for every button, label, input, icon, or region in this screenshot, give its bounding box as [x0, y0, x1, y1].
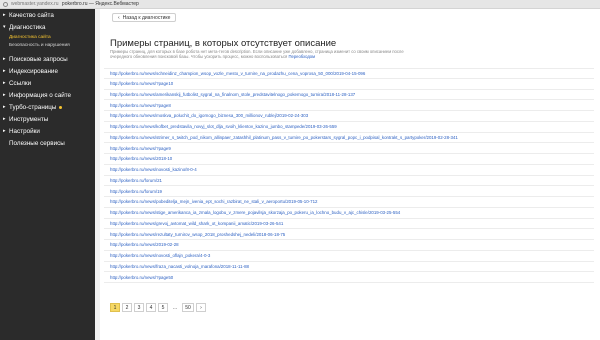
url-list-item[interactable]: http://pokerbro.ru/news/amerikanskij_fut… [104, 90, 594, 101]
url-list-item[interactable]: http://pokerbro.ru/news/2019-02-28 [104, 240, 594, 251]
new-indicator-dot-icon [59, 105, 63, 109]
url-list-item[interactable]: http://pokerbro.ru/news/2018-10 [104, 154, 594, 165]
pagination-page-button[interactable]: 50 [182, 303, 194, 312]
browser-title: pokerbro.ru — Яндекс.Вебмастер [61, 1, 139, 7]
url-list-item[interactable]: http://pokerbro.ru/news/rezultaty_turnir… [104, 229, 594, 240]
page-description: Примеры страниц, для которых в базе робо… [110, 49, 410, 59]
url-list-item[interactable]: http://pokerbro.ru/forum/21 [104, 176, 594, 187]
sidebar-item-tools[interactable]: ▸ Инструменты [0, 113, 95, 125]
pagination-page-button[interactable]: 3 [134, 303, 144, 312]
url-list-item[interactable]: http://pokerbro.ru/news/moskva_poluchit_… [104, 111, 594, 122]
sidebar-subitem-security[interactable]: Безопасность и нарушения [0, 41, 95, 49]
browser-url[interactable]: webmaster.yandex.ru [11, 1, 59, 7]
recrawl-link[interactable]: Переобходом [288, 54, 315, 59]
back-button-label: Назад к диагностике [122, 14, 171, 21]
url-list-item[interactable]: http://pokerbro.ru/news/?page50 [104, 272, 594, 283]
sidebar-item-label: Индексирование [9, 67, 58, 75]
url-list-item[interactable]: http://pokerbro.ru/news/?page8 [104, 100, 594, 111]
url-list-item[interactable]: http://pokerbro.ru/news/pobeditelja_mejn… [104, 197, 594, 208]
sidebar-item-label: Поисковые запросы [9, 55, 68, 63]
main-content: ‹ Назад к диагностике Примеры страниц, в… [100, 9, 600, 340]
sidebar-item-search-queries[interactable]: ▸ Поисковые запросы [0, 53, 95, 65]
globe-icon [3, 1, 8, 7]
sidebar-item-links[interactable]: ▸ Ссылки [0, 77, 95, 89]
sidebar-item-label: Турбо-страницы [9, 103, 57, 111]
sidebar-item-label: Информация о сайте [9, 91, 72, 99]
pagination-page-button[interactable]: 1 [110, 303, 120, 312]
sidebar: ▸ Качество сайта ▾ Диагностика Диагности… [0, 9, 95, 340]
sidebar-item-useful-services[interactable]: Полезные сервисы [0, 137, 95, 149]
sidebar-item-label: Ссылки [9, 79, 32, 87]
pagination-page-button[interactable]: 2 [122, 303, 132, 312]
pagination-next-button[interactable]: › [196, 303, 206, 312]
url-list-item[interactable]: http://pokerbro.ru/news/strimer_s_twitch… [104, 133, 594, 144]
url-list-item[interactable]: http://pokerbro.ru/news/stige_amerikanca… [104, 208, 594, 219]
url-list: http://pokerbro.ru/news/schneidinz_champ… [104, 68, 594, 283]
url-list-item[interactable]: http://pokerbro.ru/news/?page10 [104, 79, 594, 90]
url-list-item[interactable]: http://pokerbro.ru/news/?page9 [104, 143, 594, 154]
sidebar-item-site-quality[interactable]: ▸ Качество сайта [0, 9, 95, 21]
page-title: Примеры страниц, в которых отсутствует о… [110, 38, 337, 49]
browser-title-text: pokerbro.ru — Яндекс.Вебмастер [61, 1, 139, 7]
sidebar-item-label: Настройки [9, 127, 40, 135]
pagination-page-button[interactable]: 4 [146, 303, 156, 312]
browser-address-bar[interactable]: webmaster.yandex.ru pokerbro.ru — Яндекс… [0, 0, 600, 9]
url-list-item[interactable]: http://pokerbro.ru/news/novosti_oflajn_p… [104, 251, 594, 262]
sidebar-item-label: Инструменты [9, 115, 49, 123]
chevron-left-icon: ‹ [118, 14, 120, 21]
url-list-item[interactable]: http://pokerbro.ru/news/schneidinz_champ… [104, 68, 594, 79]
sidebar-item-label: Качество сайта [9, 11, 54, 19]
url-list-item[interactable]: http://pokerbro.ru/forum/19 [104, 186, 594, 197]
sidebar-item-settings[interactable]: ▸ Настройки [0, 125, 95, 137]
url-list-item[interactable]: http://pokerbro.ru/news/grevoj_avtomat_w… [104, 219, 594, 230]
sidebar-item-site-info[interactable]: ▸ Информация о сайте [0, 89, 95, 101]
sidebar-item-diagnostics[interactable]: ▾ Диагностика [0, 21, 95, 33]
pagination-page-button[interactable]: 5 [158, 303, 168, 312]
page-description-text: Примеры страниц, для которых в базе робо… [110, 49, 404, 60]
sidebar-item-turbo-pages[interactable]: ▸ Турбо-страницы [0, 101, 95, 113]
url-list-item[interactable]: http://pokerbro.ru/news/novosti_kazino/8… [104, 165, 594, 176]
url-list-item[interactable]: http://pokerbro.ru/news/kofbet_predstavi… [104, 122, 594, 133]
sidebar-subitem-site-diagnostics[interactable]: Диагностика сайта [0, 33, 95, 41]
back-to-diagnostics-button[interactable]: ‹ Назад к диагностике [112, 13, 177, 22]
url-list-item[interactable]: http://pokerbro.ru/news/fraza_nacasti_vo… [104, 262, 594, 273]
pagination-ellipsis: … [172, 304, 178, 311]
pagination: 1 2 3 4 5 … 50 › [110, 303, 208, 312]
sidebar-item-indexing[interactable]: ▸ Индексирование [0, 65, 95, 77]
sidebar-item-label: Диагностика [9, 23, 46, 31]
sidebar-item-label: Полезные сервисы [9, 139, 65, 147]
